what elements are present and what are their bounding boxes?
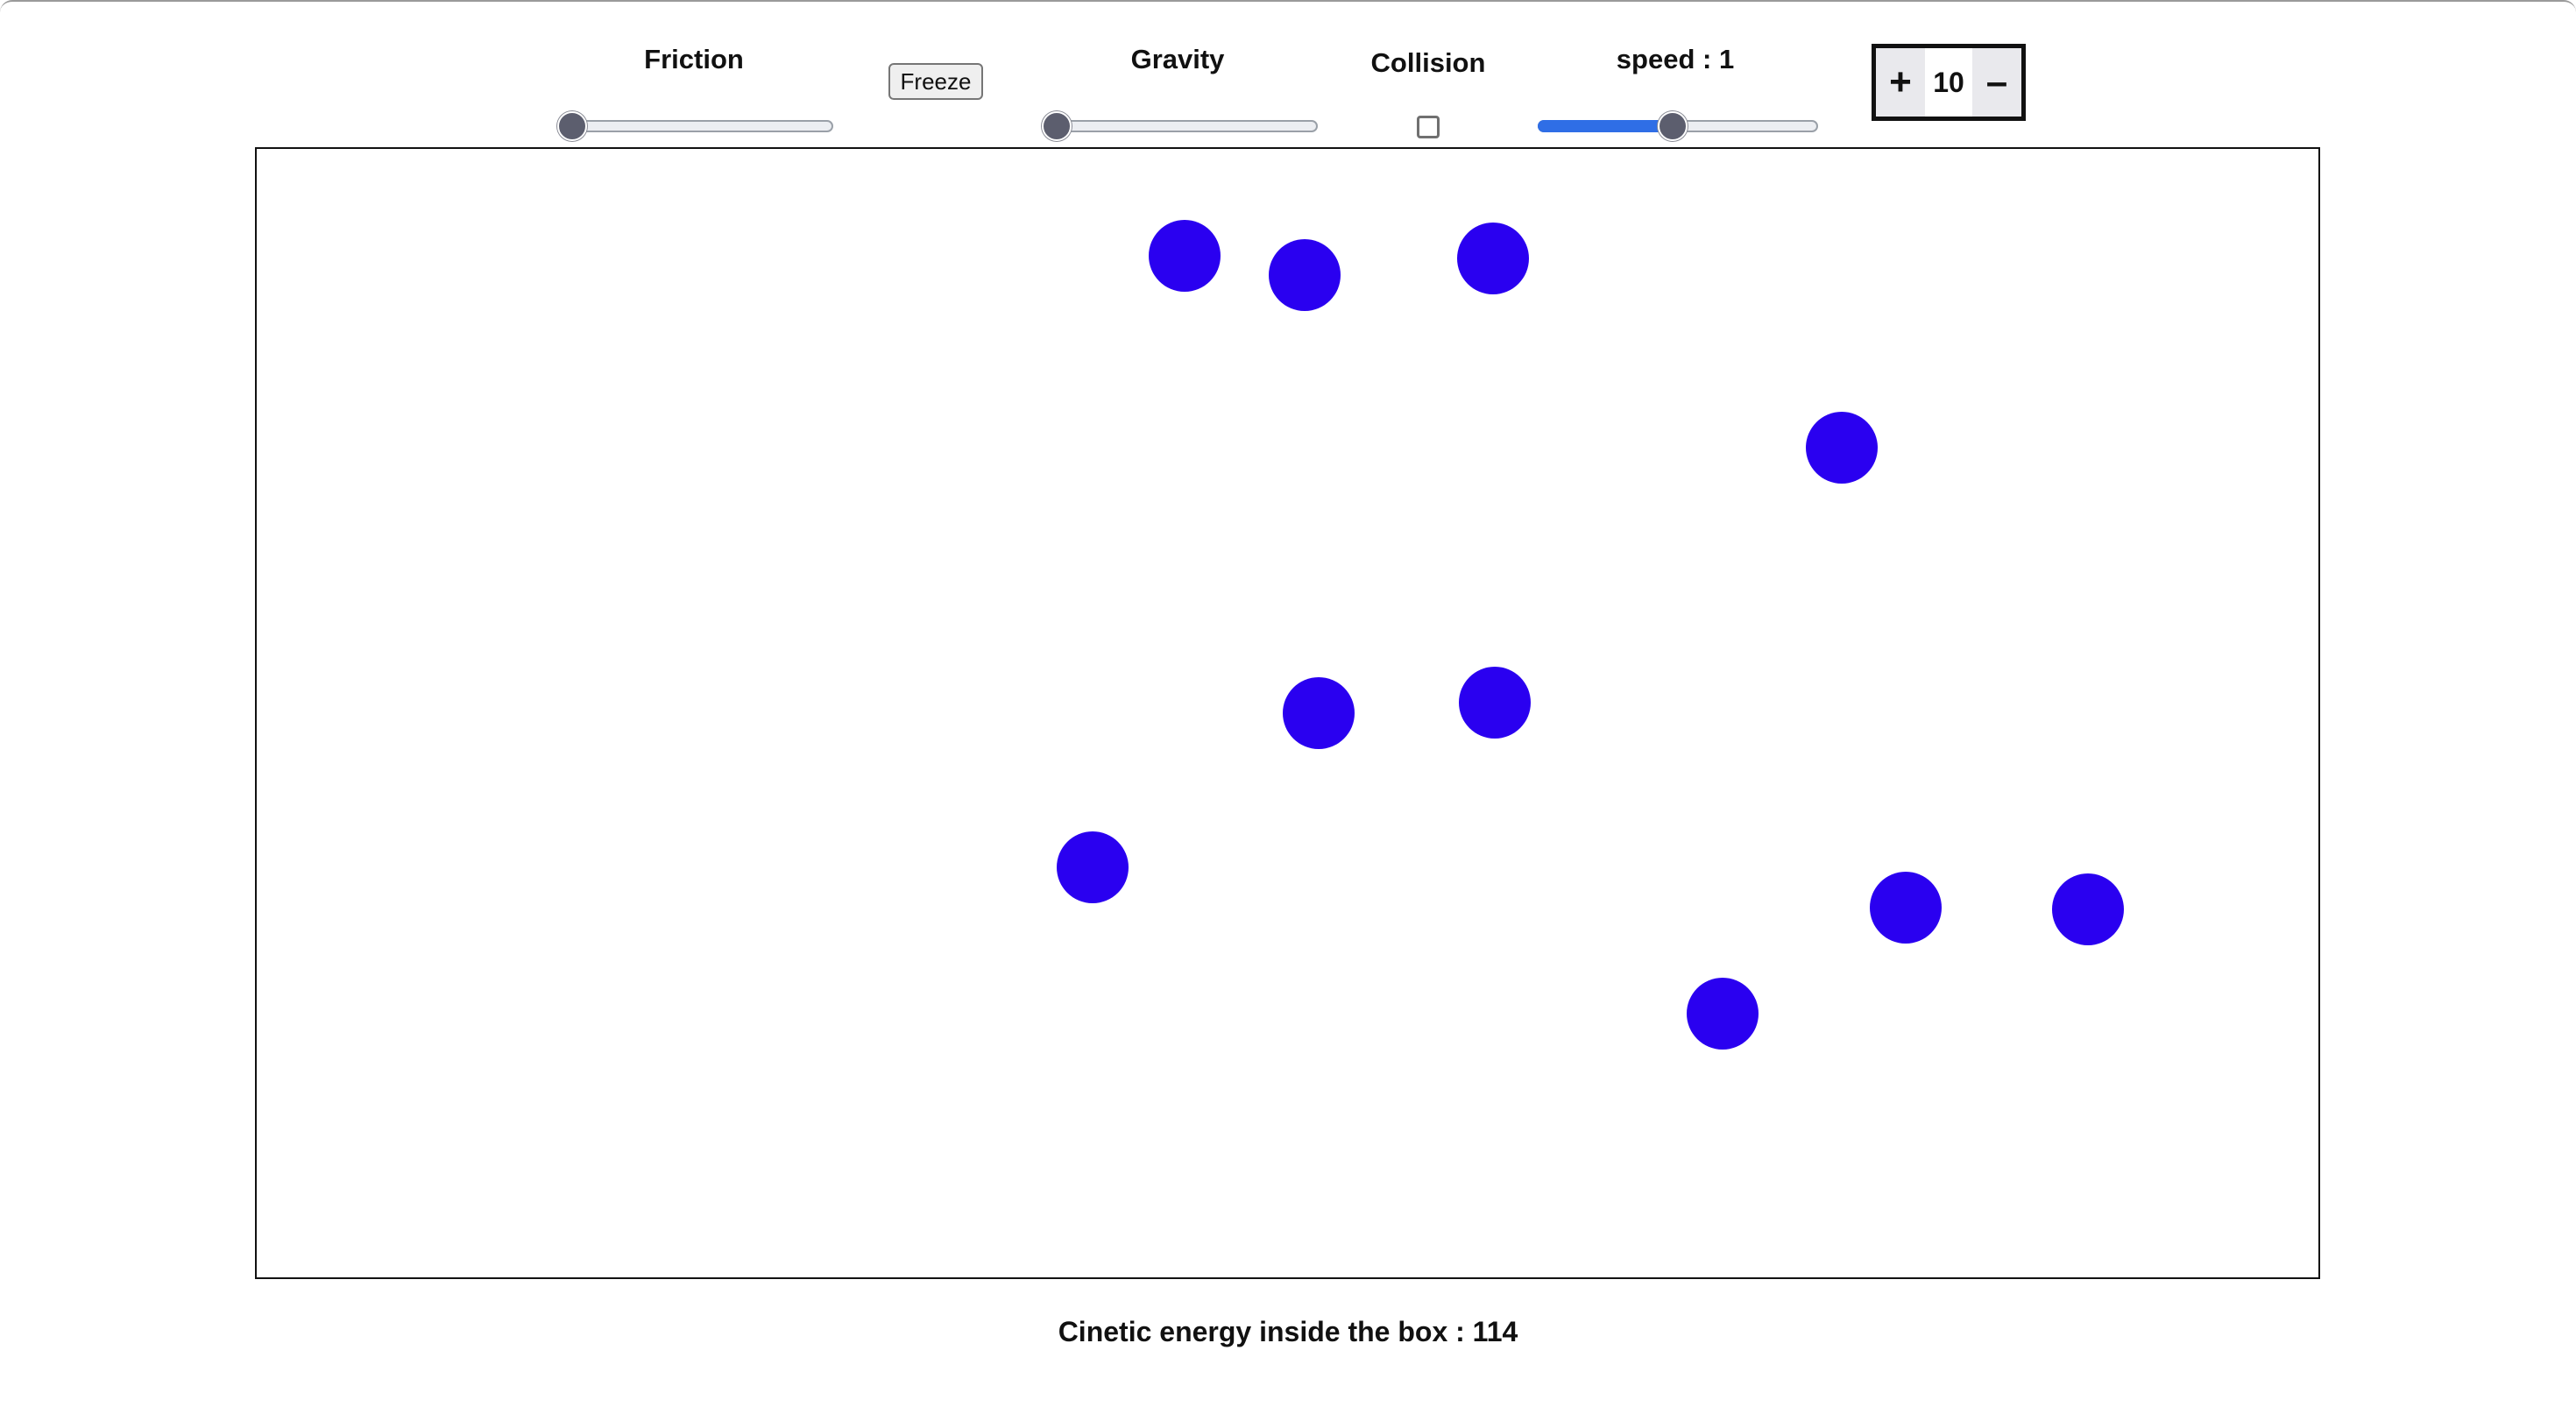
friction-slider-thumb[interactable] [557, 111, 587, 141]
kinetic-energy-readout: Cinetic energy inside the box : 114 [1058, 1316, 1518, 1347]
freeze-button[interactable]: Freeze [888, 63, 983, 100]
ball-count-stepper: + 10 – [1872, 44, 2026, 121]
collision-checkbox[interactable] [1417, 116, 1440, 138]
gravity-slider[interactable] [1042, 111, 1318, 141]
ball [1806, 412, 1878, 484]
ball [1149, 220, 1221, 292]
decrement-button[interactable]: – [1972, 48, 2021, 117]
friction-slider[interactable] [557, 111, 833, 141]
ball [1057, 831, 1129, 903]
speed-slider[interactable] [1538, 111, 1818, 141]
ball [1870, 872, 1942, 944]
ball [1687, 978, 1759, 1050]
simulation-box[interactable] [255, 147, 2320, 1279]
speed-label: speed : 1 [1616, 44, 1735, 74]
increment-button[interactable]: + [1876, 48, 1925, 117]
ball [1269, 239, 1341, 311]
ball [2052, 873, 2124, 945]
speed-slider-thumb[interactable] [1657, 111, 1688, 141]
friction-label: Friction [644, 44, 744, 74]
gravity-label: Gravity [1130, 44, 1225, 74]
collision-label: Collision [1370, 47, 1486, 78]
ball-count-value: 10 [1925, 48, 1972, 117]
ball [1283, 677, 1355, 749]
ball [1457, 223, 1529, 294]
speed-slider-fill [1538, 120, 1673, 132]
app-window: Friction Freeze Gravity Collision speed … [0, 0, 2576, 1414]
gravity-slider-thumb[interactable] [1042, 111, 1072, 141]
ball [1459, 667, 1531, 739]
